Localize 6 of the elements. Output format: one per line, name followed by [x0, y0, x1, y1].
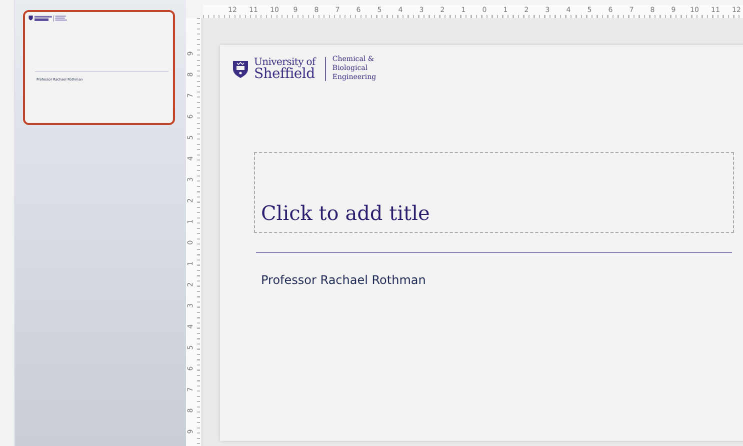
university-name: Sheffield [254, 68, 316, 80]
university-name: University of [254, 56, 316, 68]
logo-drawing [28, 14, 68, 23]
subtitle-text: Professor Rachael Rothman [261, 273, 427, 287]
shield-icon [233, 60, 248, 78]
title-placeholder[interactable]: Click to add title [254, 152, 734, 233]
